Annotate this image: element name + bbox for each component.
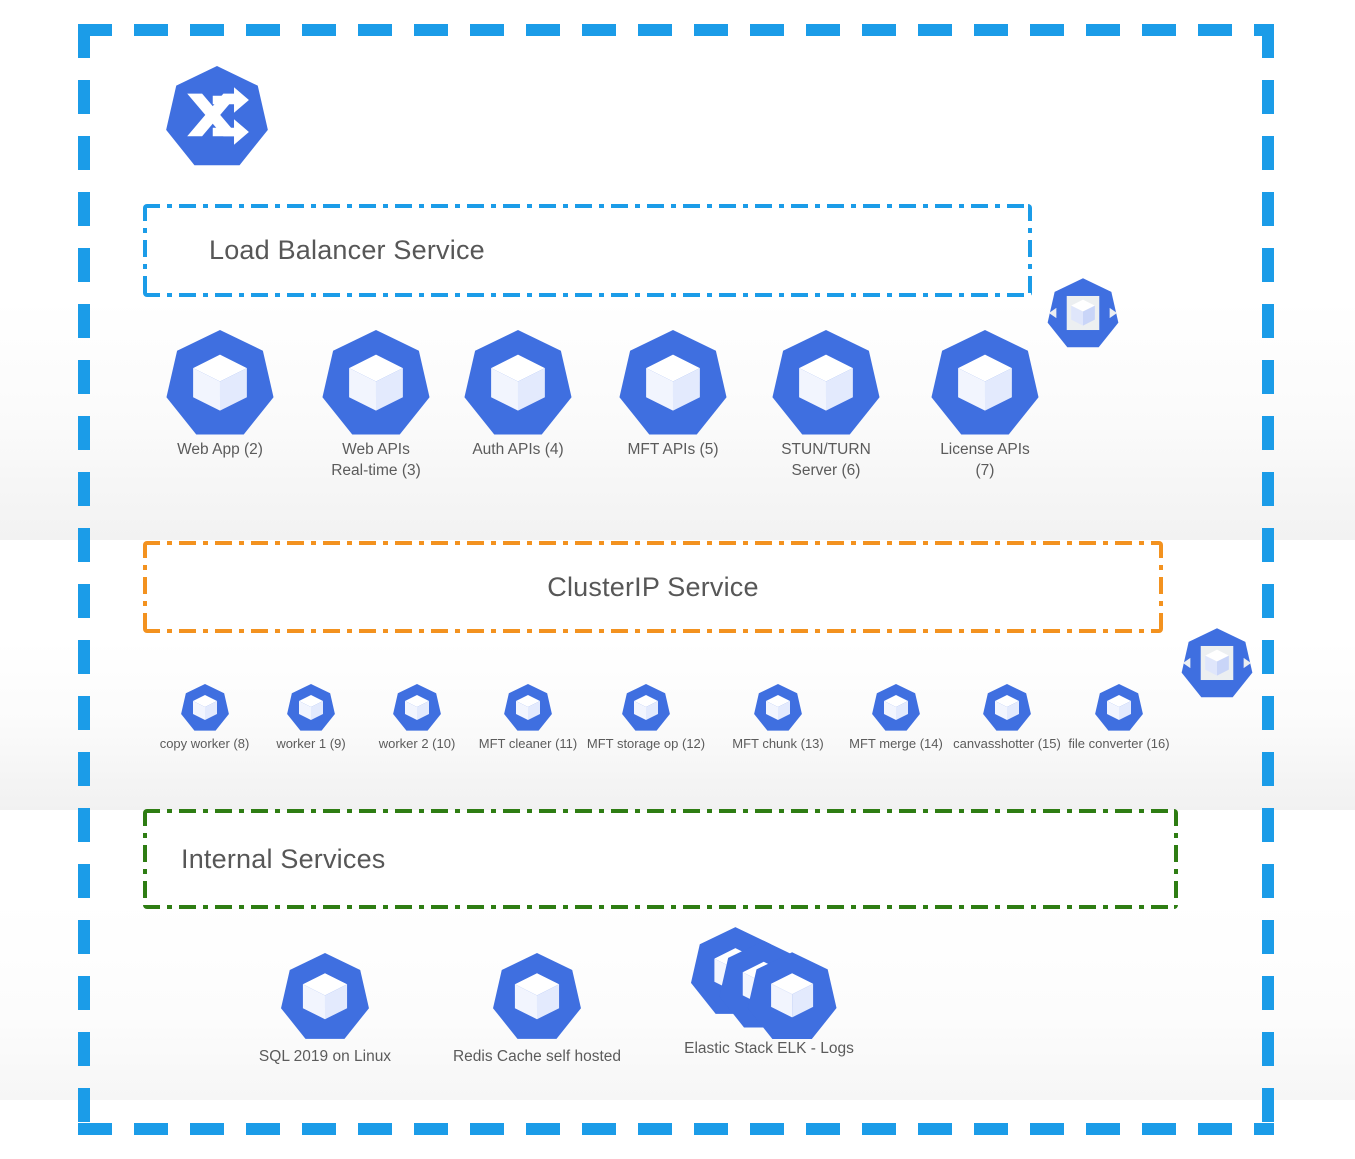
internal-services-label: Internal Services xyxy=(181,843,386,874)
pod-label: Auth APIs (4) xyxy=(472,441,564,458)
load-balancer-service-label: Load Balancer Service xyxy=(209,235,485,265)
kubernetes-service-icon xyxy=(163,66,271,166)
pod-label: worker 2 (10) xyxy=(378,736,456,751)
pod-icon xyxy=(753,684,803,731)
pod-label: file converter (16) xyxy=(1068,736,1170,751)
pod-label: MFT chunk (13) xyxy=(732,736,824,751)
pod-label: License APIs (7) xyxy=(940,441,1030,479)
pod-node-mft-storage-op[interactable]: MFT storage op (12) xyxy=(585,684,707,753)
pod-label: MFT APIs (5) xyxy=(627,441,719,458)
pod-node-worker-2[interactable]: worker 2 (10) xyxy=(371,684,463,753)
pod-label: Web APIs Real-time (3) xyxy=(331,441,421,479)
pod-node-canvasshotter[interactable]: canvasshotter (15) xyxy=(952,684,1062,753)
pod-node-mft-merge[interactable]: MFT merge (14) xyxy=(846,684,946,753)
pod-node-copy-worker[interactable]: copy worker (8) xyxy=(152,684,257,753)
pod-node-stun-turn-server[interactable]: STUN/TURN Server (6) xyxy=(770,330,882,482)
pod-icon xyxy=(320,330,432,435)
pod-icon xyxy=(871,684,921,731)
pod-icon xyxy=(279,953,371,1039)
pod-icon xyxy=(164,330,276,435)
pod-icon xyxy=(621,684,671,731)
pod-icon xyxy=(929,330,1041,435)
clusterip-service-label: ClusterIP Service xyxy=(547,571,759,602)
pod-label: STUN/TURN Server (6) xyxy=(781,441,871,479)
pod-node-auth-apis[interactable]: Auth APIs (4) xyxy=(462,330,574,461)
pod-icon xyxy=(617,330,729,435)
pod-icon xyxy=(392,684,442,731)
pod-icon xyxy=(1094,684,1144,731)
pod-label: SQL 2019 on Linux xyxy=(258,1048,392,1065)
pod-node-elastic-stack[interactable]: Elastic Stack ELK - Logs xyxy=(674,925,864,1060)
deployment-scale-badge-frontend xyxy=(1046,278,1120,348)
internal-services-box[interactable]: Internal Services xyxy=(143,809,1178,909)
pod-label: Redis Cache self hosted xyxy=(452,1048,621,1065)
pod-label: MFT cleaner (11) xyxy=(478,736,578,751)
pod-node-worker-1[interactable]: worker 1 (9) xyxy=(267,684,355,753)
pod-label: copy worker (8) xyxy=(159,736,250,751)
pod-node-mft-apis[interactable]: MFT APIs (5) xyxy=(617,330,729,461)
pod-icon xyxy=(503,684,553,731)
pod-icon xyxy=(491,953,583,1039)
pod-label: Web App (2) xyxy=(177,441,263,458)
pod-icon xyxy=(982,684,1032,731)
pod-icon xyxy=(286,684,336,731)
pod-icon xyxy=(462,330,574,435)
pod-node-mft-cleaner[interactable]: MFT cleaner (11) xyxy=(474,684,582,753)
pod-node-web-app[interactable]: Web App (2) xyxy=(164,330,276,461)
pod-label: canvasshotter (15) xyxy=(953,736,1061,751)
clusterip-service-box[interactable]: ClusterIP Service xyxy=(143,541,1163,633)
pod-node-redis-cache[interactable]: Redis Cache self hosted xyxy=(442,953,632,1068)
pod-node-license-apis[interactable]: License APIs (7) xyxy=(929,330,1041,482)
pod-label: MFT storage op (12) xyxy=(586,736,706,751)
pod-label: worker 1 (9) xyxy=(276,736,346,751)
pod-icon xyxy=(770,330,882,435)
diagram-canvas: Load Balancer Service Web App (2) Web AP… xyxy=(0,0,1355,1159)
pod-node-web-apis-realtime[interactable]: Web APIs Real-time (3) xyxy=(320,330,432,482)
pod-node-mft-chunk[interactable]: MFT chunk (13) xyxy=(727,684,829,753)
load-balancer-service-box[interactable]: Load Balancer Service xyxy=(143,204,1032,297)
pod-stack-icon xyxy=(685,925,853,1040)
pod-label: Elastic Stack ELK - Logs xyxy=(684,1040,854,1057)
pod-node-sql-2019[interactable]: SQL 2019 on Linux xyxy=(245,953,405,1068)
pod-node-file-converter[interactable]: file converter (16) xyxy=(1064,684,1174,753)
pod-icon xyxy=(180,684,230,731)
pod-label: MFT merge (14) xyxy=(849,736,943,751)
deployment-scale-badge-workers xyxy=(1180,628,1254,698)
